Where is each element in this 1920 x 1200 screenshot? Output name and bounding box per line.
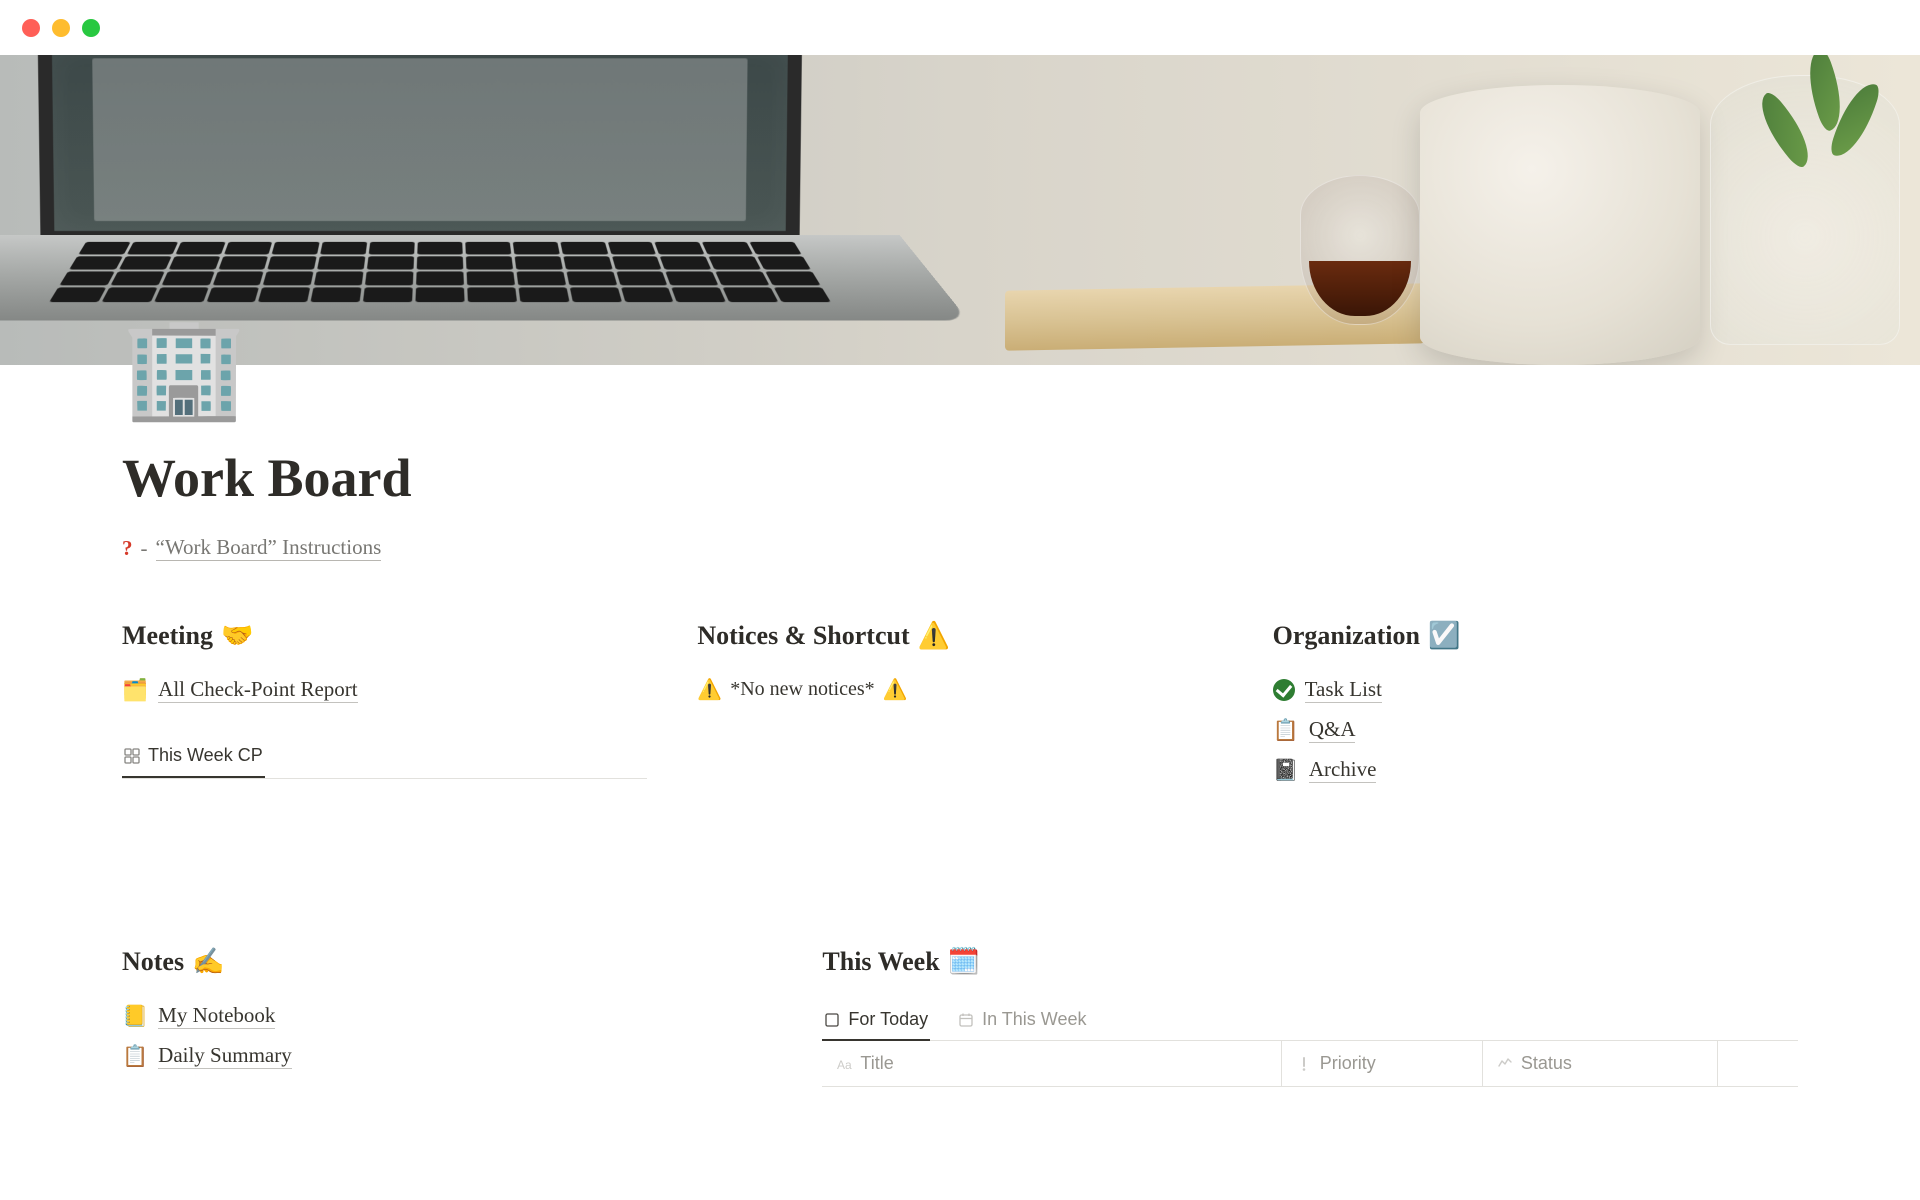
clipboard-icon: 📋 bbox=[122, 1044, 148, 1069]
window-titlebar bbox=[0, 0, 1920, 55]
tab-label: For Today bbox=[848, 1009, 928, 1030]
column-add[interactable] bbox=[1718, 1041, 1798, 1086]
svg-text:Aa: Aa bbox=[837, 1058, 852, 1072]
question-icon: ? bbox=[122, 536, 133, 561]
notebook-icon: 📒 bbox=[122, 1004, 148, 1029]
column-title[interactable]: Aa Title bbox=[822, 1041, 1281, 1086]
tab-in-this-week[interactable]: In This Week bbox=[956, 1003, 1088, 1040]
page-content: Work Board ? - “Work Board” Instructions… bbox=[0, 365, 1920, 1087]
archive-link[interactable]: 📓 Archive bbox=[1273, 757, 1798, 783]
meeting-heading: Meeting 🤝 bbox=[122, 621, 647, 651]
folder-icon: 🗂️ bbox=[122, 678, 148, 703]
dash-separator: - bbox=[141, 536, 148, 561]
all-checkpoint-report-link[interactable]: 🗂️ All Check-Point Report bbox=[122, 677, 647, 703]
cover-background bbox=[0, 55, 1920, 365]
database-header-row: Aa Title Priority Status bbox=[822, 1041, 1798, 1087]
database-view-tabs: For Today In This Week bbox=[822, 1003, 1798, 1041]
instructions-link[interactable]: “Work Board” Instructions bbox=[156, 535, 382, 561]
link-label: My Notebook bbox=[158, 1003, 275, 1029]
this-week-cp-tab[interactable]: This Week CP bbox=[122, 735, 265, 778]
writing-hand-icon: ✍️ bbox=[192, 947, 224, 977]
this-week-heading-text: This Week bbox=[822, 947, 939, 977]
notes-section: Notes ✍️ 📒 My Notebook 📋 Daily Summary bbox=[122, 947, 772, 1087]
handshake-icon: 🤝 bbox=[221, 621, 253, 651]
daily-summary-link[interactable]: 📋 Daily Summary bbox=[122, 1043, 772, 1069]
calendar-icon: 🗓️ bbox=[948, 947, 980, 977]
tab-for-today[interactable]: For Today bbox=[822, 1003, 930, 1040]
minimize-window-button[interactable] bbox=[52, 19, 70, 37]
text-property-icon: Aa bbox=[836, 1056, 852, 1072]
notices-heading: Notices & Shortcut ⚠️ bbox=[697, 621, 1222, 651]
column-priority[interactable]: Priority bbox=[1282, 1041, 1483, 1086]
page-title[interactable]: Work Board bbox=[122, 447, 1798, 509]
column-label: Title bbox=[860, 1053, 893, 1074]
warning-icon: ⚠️ bbox=[883, 677, 908, 702]
link-label: All Check-Point Report bbox=[158, 677, 357, 703]
priority-property-icon bbox=[1296, 1056, 1312, 1072]
close-window-button[interactable] bbox=[22, 19, 40, 37]
notes-heading-text: Notes bbox=[122, 947, 184, 977]
meeting-section: Meeting 🤝 🗂️ All Check-Point Report This… bbox=[122, 621, 647, 797]
instructions-link-row: ? - “Work Board” Instructions bbox=[122, 535, 1798, 561]
warning-icon: ⚠️ bbox=[697, 677, 722, 702]
page-icon[interactable]: 🏢 bbox=[122, 318, 247, 418]
this-week-section: This Week 🗓️ For Today In This Week bbox=[822, 947, 1798, 1087]
fullscreen-window-button[interactable] bbox=[82, 19, 100, 37]
meeting-heading-text: Meeting bbox=[122, 621, 213, 651]
link-label: Archive bbox=[1309, 757, 1377, 783]
column-label: Status bbox=[1521, 1053, 1572, 1074]
link-label: Q&A bbox=[1309, 717, 1356, 743]
notice-text: *No new notices* bbox=[730, 678, 874, 701]
tab-label: This Week CP bbox=[148, 745, 263, 766]
tab-label: In This Week bbox=[982, 1009, 1086, 1030]
my-notebook-link[interactable]: 📒 My Notebook bbox=[122, 1003, 772, 1029]
task-list-link[interactable]: Task List bbox=[1273, 677, 1798, 703]
notices-heading-text: Notices & Shortcut bbox=[697, 621, 909, 651]
column-status[interactable]: Status bbox=[1483, 1041, 1719, 1086]
clipboard-icon: 📋 bbox=[1273, 718, 1299, 743]
list-view-icon bbox=[824, 1012, 840, 1028]
page-cover[interactable] bbox=[0, 55, 1920, 365]
organization-section: Organization ☑️ Task List 📋 Q&A 📓 Archiv… bbox=[1273, 621, 1798, 797]
organization-heading: Organization ☑️ bbox=[1273, 621, 1798, 651]
column-label: Priority bbox=[1320, 1053, 1376, 1074]
checkmark-icon bbox=[1273, 679, 1295, 701]
notebook-icon: 📓 bbox=[1273, 758, 1299, 783]
qa-link[interactable]: 📋 Q&A bbox=[1273, 717, 1798, 743]
notes-heading: Notes ✍️ bbox=[122, 947, 772, 977]
organization-heading-text: Organization bbox=[1273, 621, 1420, 651]
notices-section: Notices & Shortcut ⚠️ ⚠️ *No new notices… bbox=[697, 621, 1222, 797]
carafe-prop bbox=[1300, 175, 1420, 325]
checkbox-icon: ☑️ bbox=[1428, 621, 1460, 651]
link-label: Daily Summary bbox=[158, 1043, 292, 1069]
no-notices-text: ⚠️ *No new notices* ⚠️ bbox=[697, 677, 1222, 702]
status-property-icon bbox=[1497, 1056, 1513, 1072]
calendar-view-icon bbox=[958, 1012, 974, 1028]
mug-prop bbox=[1420, 85, 1700, 365]
link-label: Task List bbox=[1305, 677, 1382, 703]
gallery-view-icon bbox=[124, 748, 140, 764]
this-week-heading: This Week 🗓️ bbox=[822, 947, 1798, 977]
warning-icon: ⚠️ bbox=[918, 621, 950, 651]
